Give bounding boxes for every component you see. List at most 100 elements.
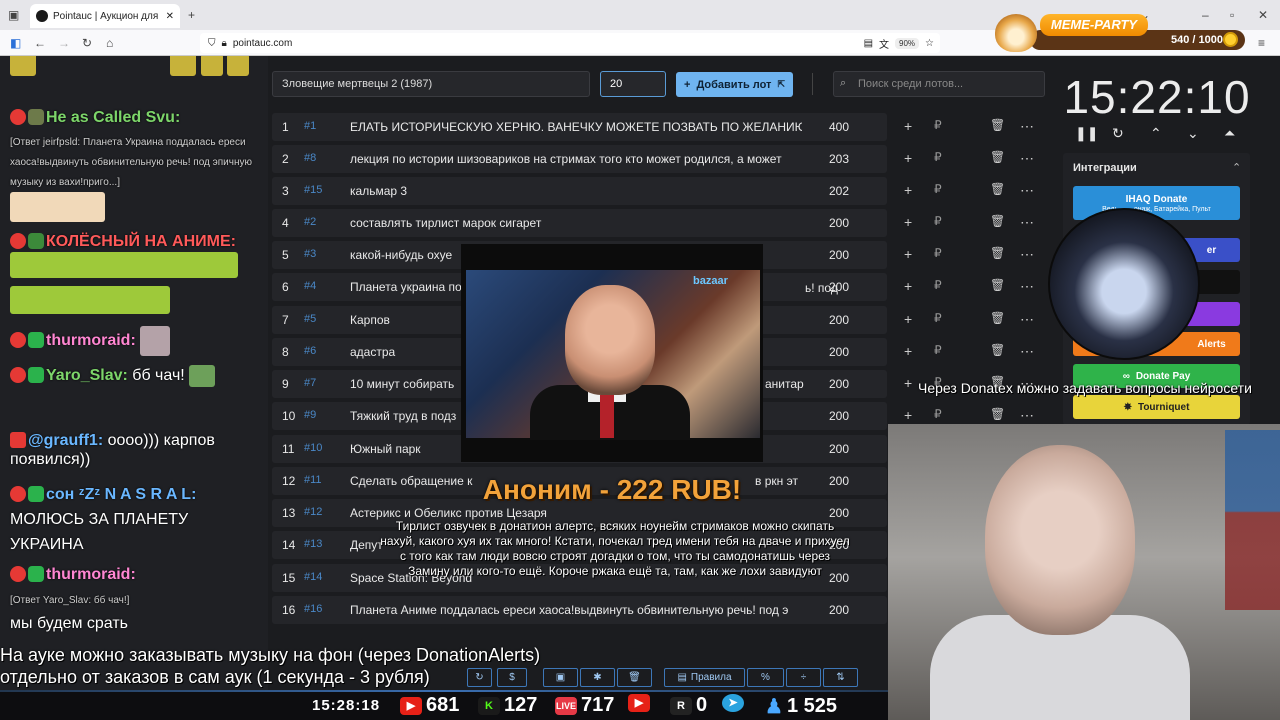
- history-icon: ↻: [475, 672, 484, 683]
- more-options-icon[interactable]: ⋯: [1020, 311, 1034, 328]
- vk-viewers: LIVE 717: [555, 694, 615, 716]
- more-options-icon[interactable]: ⋯: [1020, 118, 1034, 135]
- delete-icon[interactable]: 🗑︎: [990, 214, 1005, 228]
- history-button[interactable]: ↻: [467, 668, 492, 687]
- trash-button[interactable]: 🗑︎: [617, 668, 652, 687]
- lot-position: 10: [282, 409, 296, 423]
- more-options-icon[interactable]: ⋯: [1020, 182, 1034, 199]
- delete-icon[interactable]: 🗑︎: [990, 407, 1005, 421]
- bookmark-star-icon[interactable]: ☆: [925, 38, 934, 49]
- sort-button[interactable]: ⇅: [823, 668, 858, 687]
- lot-name[interactable]: кальмар 3: [350, 184, 802, 198]
- sub-badge-icon: [28, 486, 44, 502]
- dollar-button[interactable]: $: [497, 668, 527, 687]
- tab-list-icon[interactable]: ▣: [8, 8, 19, 22]
- rules-button[interactable]: ▤ Правила: [664, 668, 745, 687]
- shield-icon[interactable]: ⛉: [208, 38, 216, 49]
- browser-tab[interactable]: Pointauc | Аукцион для стримє ✕: [30, 4, 180, 28]
- lot-position: 15: [282, 571, 296, 585]
- bug-icon: ✱: [593, 672, 602, 683]
- ruble-icon[interactable]: ₽: [934, 278, 942, 292]
- add-amount-icon[interactable]: +: [904, 182, 912, 198]
- back-icon[interactable]: ←: [34, 36, 46, 50]
- lot-name[interactable]: ЕЛАТЬ ИСТОРИЧЕСКУЮ ХЕРНЮ. ВАНЕЧКУ МОЖЕТЕ…: [350, 120, 802, 134]
- lot-name[interactable]: составлять тирлист марок сигарет: [350, 216, 802, 230]
- chat-message: мы будем срать: [10, 615, 129, 632]
- chevron-up-icon[interactable]: ⌃: [1150, 125, 1162, 142]
- address-bar[interactable]: ⛉ 🔒︎ pointauc.com ▤ 文 90% ☆: [200, 33, 940, 53]
- translate-icon[interactable]: 文: [879, 36, 889, 51]
- add-amount-icon[interactable]: +: [904, 278, 912, 294]
- delete-icon[interactable]: 🗑︎: [990, 118, 1005, 132]
- split-button[interactable]: ÷: [786, 668, 821, 687]
- integration-tourniquet[interactable]: ✸ Tourniquet: [1073, 395, 1240, 419]
- ruble-icon[interactable]: ₽: [934, 214, 942, 228]
- delete-icon[interactable]: 🗑︎: [990, 311, 1005, 325]
- delete-icon[interactable]: 🗑︎: [990, 246, 1005, 260]
- add-amount-icon[interactable]: +: [904, 311, 912, 327]
- youtube-icon: ▶: [628, 694, 650, 712]
- pause-icon[interactable]: ❚❚: [1075, 125, 1098, 142]
- add-amount-icon[interactable]: +: [904, 118, 912, 134]
- save-button[interactable]: ▣: [543, 668, 578, 687]
- more-options-icon[interactable]: ⋯: [1020, 343, 1034, 360]
- more-options-icon[interactable]: ⋯: [1020, 278, 1034, 295]
- lot-amount: 203: [829, 152, 850, 166]
- collapse-icon[interactable]: ⌃: [1232, 161, 1241, 174]
- forward-icon[interactable]: →: [58, 36, 70, 50]
- add-amount-icon[interactable]: +: [904, 214, 912, 230]
- add-amount-icon[interactable]: +: [904, 343, 912, 359]
- lot-name[interactable]: Астерикс и Обеликс против Цезаря: [350, 506, 802, 520]
- sidebar-toggle-icon[interactable]: ◧: [10, 36, 21, 50]
- dollar-icon: $: [509, 672, 515, 683]
- reader-icon[interactable]: ▤: [864, 38, 873, 49]
- zoom-level[interactable]: 90%: [895, 37, 920, 49]
- more-options-icon[interactable]: ⋯: [1020, 246, 1034, 263]
- add-amount-icon[interactable]: +: [904, 150, 912, 166]
- home-icon[interactable]: ⌂: [106, 36, 113, 50]
- minimize-icon[interactable]: –: [1202, 8, 1209, 22]
- close-tab-icon[interactable]: ✕: [166, 11, 174, 22]
- ruble-icon[interactable]: ₽: [934, 343, 942, 357]
- ruble-icon[interactable]: ₽: [934, 311, 942, 325]
- percent-button[interactable]: %: [747, 668, 784, 687]
- stream-time: 15:28:18: [312, 697, 381, 714]
- delete-icon[interactable]: 🗑︎: [990, 278, 1005, 292]
- lot-position: 2: [282, 152, 289, 166]
- lot-amount: 200: [829, 313, 850, 327]
- lot-name[interactable]: Планета Аниме поддалась ереси хаоса!выдв…: [350, 603, 802, 617]
- more-options-icon[interactable]: ⋯: [1020, 214, 1034, 231]
- menu-icon[interactable]: ≡: [1258, 36, 1265, 50]
- lock-icon[interactable]: 🔒︎: [222, 38, 227, 49]
- lot-search-input[interactable]: Поиск среди лотов...: [833, 71, 1045, 97]
- lot-name[interactable]: лекция по истории шизовариков на стримах…: [350, 152, 802, 166]
- ruble-icon[interactable]: ₽: [934, 246, 942, 260]
- more-options-icon[interactable]: ⋯: [1020, 407, 1034, 424]
- ruble-icon[interactable]: ₽: [934, 150, 942, 164]
- more-options-icon[interactable]: ⋯: [1020, 150, 1034, 167]
- lot-name-fragment: ь! под: [805, 281, 838, 295]
- double-chevron-up-icon[interactable]: ⏶: [1224, 125, 1235, 142]
- chat-message: He as Called Svu:: [10, 108, 180, 127]
- add-lot-button[interactable]: + Добавить лот ⇱: [676, 72, 793, 97]
- reload-icon[interactable]: ↻: [82, 36, 92, 50]
- chevron-down-icon[interactable]: ⌄: [1187, 125, 1199, 142]
- lot-name-input[interactable]: Зловещие мертвецы 2 (1987): [272, 71, 590, 97]
- reset-icon[interactable]: ↻: [1112, 125, 1124, 142]
- rumble-viewers: R0: [670, 694, 707, 717]
- ruble-icon[interactable]: ₽: [934, 182, 942, 196]
- video-figure-face: [565, 285, 655, 395]
- delete-icon[interactable]: 🗑︎: [990, 343, 1005, 357]
- add-amount-icon[interactable]: +: [904, 375, 912, 391]
- delete-icon[interactable]: 🗑︎: [990, 150, 1005, 164]
- maximize-icon[interactable]: ▫: [1230, 8, 1234, 22]
- bug-button[interactable]: ✱: [580, 668, 615, 687]
- ruble-icon[interactable]: ₽: [934, 118, 942, 132]
- add-amount-icon[interactable]: +: [904, 407, 912, 423]
- delete-icon[interactable]: 🗑︎: [990, 182, 1005, 196]
- lot-amount-input[interactable]: 20: [600, 71, 666, 97]
- close-window-icon[interactable]: ✕: [1258, 8, 1268, 22]
- ruble-icon[interactable]: ₽: [934, 407, 942, 421]
- new-tab-icon[interactable]: +: [188, 8, 195, 22]
- add-amount-icon[interactable]: +: [904, 246, 912, 262]
